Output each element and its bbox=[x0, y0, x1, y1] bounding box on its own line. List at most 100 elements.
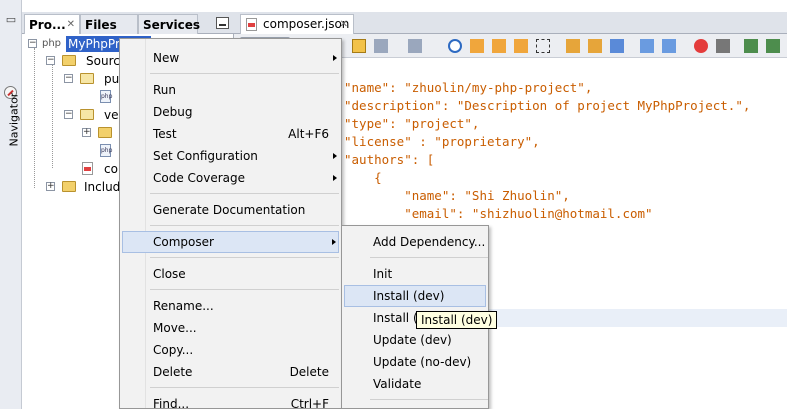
menu-item-copy[interactable]: Copy... bbox=[120, 339, 341, 361]
collapse-icon[interactable]: − bbox=[46, 56, 55, 65]
php-file-icon: php bbox=[100, 90, 112, 103]
menu-item-label: Run bbox=[153, 83, 177, 97]
find-previous-icon[interactable] bbox=[470, 39, 484, 53]
navigator-tab[interactable]: Navigator bbox=[2, 84, 21, 148]
next-bookmark-icon[interactable] bbox=[588, 39, 602, 53]
toggle-highlight-icon[interactable] bbox=[536, 39, 550, 53]
open-folder-icon bbox=[80, 73, 94, 84]
tab-projects-label: Pro... bbox=[29, 18, 66, 32]
code-line: "authors": [ bbox=[344, 152, 435, 167]
tab-services-label: Services bbox=[143, 18, 201, 32]
menu-item-shortcut: Delete bbox=[289, 365, 329, 379]
menu-item-delete[interactable]: Delete Delete bbox=[120, 361, 341, 383]
menu-item-code-coverage[interactable]: Code Coverage bbox=[120, 167, 341, 189]
close-tab-icon[interactable]: ✕ bbox=[340, 15, 348, 34]
submenu-item-add-dependency[interactable]: Add Dependency... bbox=[342, 231, 488, 253]
code-line: { bbox=[344, 170, 382, 185]
menu-item-debug[interactable]: Debug bbox=[120, 101, 341, 123]
collapse-icon[interactable]: − bbox=[28, 39, 37, 48]
menu-item-generate-documentation[interactable]: Generate Documentation bbox=[120, 199, 341, 221]
find-icon[interactable] bbox=[448, 39, 462, 53]
tab-files-label: Files bbox=[85, 18, 117, 32]
json-file-icon bbox=[246, 18, 257, 31]
submenu-item-label: Update (dev) bbox=[373, 333, 452, 347]
stop-macro-icon[interactable] bbox=[716, 39, 730, 53]
menu-item-label: New bbox=[153, 51, 180, 65]
close-tab-icon[interactable]: ✕ bbox=[67, 15, 75, 35]
uncomment-icon[interactable] bbox=[766, 39, 780, 53]
code-line: "type": "project", bbox=[344, 116, 480, 131]
folder-icon bbox=[62, 55, 76, 66]
menu-item-label: Test bbox=[153, 127, 177, 141]
json-file-icon bbox=[82, 162, 93, 175]
submenu-arrow-icon bbox=[333, 153, 337, 159]
code-line: "name": "Shi Zhuolin", bbox=[344, 188, 570, 203]
shift-right-icon[interactable] bbox=[662, 39, 676, 53]
code-line: "description": "Description of project M… bbox=[344, 98, 751, 113]
submenu-item-label: Install (dev) bbox=[373, 289, 445, 303]
menu-item-label: Composer bbox=[153, 235, 214, 249]
toggle-bookmark-icon[interactable] bbox=[610, 39, 624, 53]
expand-icon[interactable]: + bbox=[82, 128, 91, 137]
last-edit-icon[interactable] bbox=[352, 39, 366, 53]
submenu-item-validate[interactable]: Validate bbox=[342, 373, 488, 395]
tooltip: Install (dev) bbox=[416, 311, 498, 329]
submenu-arrow-icon bbox=[333, 55, 337, 61]
menu-item-find[interactable]: Find... Ctrl+F bbox=[120, 393, 341, 409]
forward-icon[interactable] bbox=[408, 39, 422, 53]
menu-item-shortcut: Ctrl+F bbox=[290, 397, 329, 409]
submenu-arrow-icon bbox=[332, 239, 336, 245]
menu-item-run[interactable]: Run bbox=[120, 79, 341, 101]
editor-tabbar: composer.json ✕ bbox=[234, 12, 787, 34]
submenu-item-update-dev[interactable]: Update (dev) bbox=[342, 329, 488, 351]
tree-item-subfolder[interactable]: + bbox=[82, 125, 122, 141]
menu-item-label: Close bbox=[153, 267, 186, 281]
collapse-icon[interactable]: − bbox=[64, 110, 73, 119]
php-project-icon: php bbox=[42, 38, 62, 49]
expand-icon[interactable]: + bbox=[46, 182, 55, 191]
find-next-icon[interactable] bbox=[492, 39, 506, 53]
previous-bookmark-icon[interactable] bbox=[566, 39, 580, 53]
tab-files[interactable]: Files bbox=[80, 14, 138, 34]
submenu-item-label: Update (no-dev) bbox=[373, 355, 472, 369]
menu-item-label: Copy... bbox=[153, 343, 194, 357]
menu-item-label: Debug bbox=[153, 105, 193, 119]
menu-item-shortcut: Alt+F6 bbox=[288, 127, 329, 141]
submenu-item-init[interactable]: Init bbox=[342, 263, 488, 285]
menu-item-label: Move... bbox=[153, 321, 197, 335]
editor-tab-label: composer.json bbox=[263, 17, 350, 31]
tab-composer-json[interactable]: composer.json ✕ bbox=[240, 14, 354, 34]
menu-item-set-configuration[interactable]: Set Configuration bbox=[120, 145, 341, 167]
code-line: "license" : "proprietary", bbox=[344, 134, 540, 149]
menu-item-new[interactable]: New bbox=[120, 47, 341, 69]
menu-item-composer[interactable]: Composer bbox=[122, 231, 339, 253]
submenu-item-label: Init bbox=[373, 267, 393, 281]
menu-item-label: Delete bbox=[153, 365, 193, 379]
menu-item-label: Code Coverage bbox=[153, 171, 246, 185]
restore-window-icon[interactable]: ▭ bbox=[4, 14, 18, 26]
tab-projects[interactable]: Pro... ✕ bbox=[24, 14, 80, 34]
menu-item-test[interactable]: Test Alt+F6 bbox=[120, 123, 341, 145]
comment-icon[interactable] bbox=[744, 39, 758, 53]
find-selection-icon[interactable] bbox=[514, 39, 528, 53]
navigator-label: Navigator bbox=[7, 92, 21, 147]
menu-item-label: Rename... bbox=[153, 299, 214, 313]
folder-icon bbox=[98, 127, 112, 138]
back-icon[interactable] bbox=[374, 39, 388, 53]
collapse-icon[interactable]: − bbox=[64, 74, 73, 83]
menu-item-close[interactable]: Close bbox=[120, 263, 341, 285]
shift-left-icon[interactable] bbox=[640, 39, 654, 53]
menu-item-move[interactable]: Move... bbox=[120, 317, 341, 339]
submenu-item-update-no-dev[interactable]: Update (no-dev) bbox=[342, 351, 488, 373]
menu-item-label: Generate Documentation bbox=[153, 203, 306, 217]
submenu-arrow-icon bbox=[333, 175, 337, 181]
menu-item-rename[interactable]: Rename... bbox=[120, 295, 341, 317]
menu-item-label: Set Configuration bbox=[153, 149, 258, 163]
tab-services[interactable]: Services bbox=[138, 14, 201, 34]
php-file-icon: php bbox=[100, 144, 112, 157]
start-macro-icon[interactable] bbox=[694, 39, 708, 53]
code-line: "name": "zhuolin/my-php-project", bbox=[344, 80, 593, 95]
submenu-item-install-dev[interactable]: Install (dev) bbox=[344, 285, 486, 307]
project-context-menu: New Run Debug Test Alt+F6 Set Configurat… bbox=[119, 38, 342, 409]
minimize-panel-button[interactable] bbox=[216, 17, 229, 29]
